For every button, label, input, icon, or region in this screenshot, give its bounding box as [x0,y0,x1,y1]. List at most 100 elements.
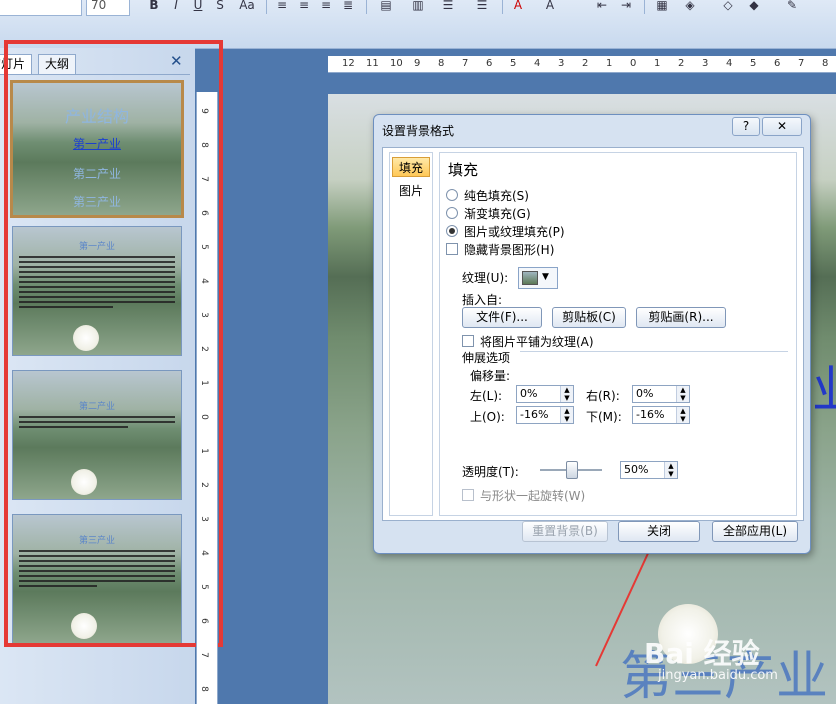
left-offset-label: 左(L): [470,389,503,403]
dialog-close-button[interactable]: ✕ [762,117,802,136]
horizontal-ruler[interactable]: 1211109876543210123456789101112 [328,56,836,73]
clipart-button[interactable]: 剪贴画(R)... [636,307,726,328]
ruler-tick-label: 7 [198,652,209,658]
ruler-tick-label: 2 [582,58,589,69]
ruler-tick-label: 2 [198,482,209,488]
align-left-icon[interactable]: ≡ [274,0,290,14]
ribbon-separator [366,0,367,14]
ruler-tick-label: 9 [414,58,421,69]
right-offset-stepper[interactable]: 0% ▲ ▼ [632,385,690,403]
bold-button[interactable]: B [146,0,162,14]
ruler-tick-label: 8 [438,58,445,69]
ruler-tick-label: 5 [750,58,757,69]
font-size-box[interactable]: 70 [86,0,130,16]
stepper-arrows-icon[interactable]: ▲ ▼ [664,462,677,478]
underline-button[interactable]: U [190,0,206,14]
dialog-body: 填充 图片 填充 纯色填充(S) 渐变填充(G) 图片或纹理填充(P) 隐藏背景… [382,147,804,521]
increase-indent-icon[interactable]: ⇥ [618,0,634,14]
stepper-arrows-icon[interactable]: ▲ ▼ [676,407,689,423]
numbering-icon[interactable]: ☰ [474,0,490,14]
right-offset-label: 右(R): [586,389,620,403]
ruler-tick-label: 3 [702,58,709,69]
top-offset-value: -16% [520,408,549,421]
transparency-stepper[interactable]: 50% ▲ ▼ [620,461,678,479]
arrange-icon[interactable]: ▦ [654,0,670,14]
grow-font-button[interactable]: A [542,0,558,14]
stepper-arrows-icon[interactable]: ▲ ▼ [560,407,573,423]
ruler-tick-label: 5 [198,584,209,590]
ruler-tick-label: 1 [654,58,661,69]
ruler-tick-label: 6 [198,618,209,624]
quick-styles-icon[interactable]: ◈ [682,0,698,14]
decrease-indent-icon[interactable]: ⇤ [594,0,610,14]
ruler-tick-label: 8 [198,142,209,148]
solid-fill-option[interactable]: 纯色填充(S) [446,187,529,204]
rotate-with-shape-label: 与形状一起旋转(W) [480,489,586,503]
left-offset-stepper[interactable]: 0% ▲ ▼ [516,385,574,403]
shape-fill-icon[interactable]: ◇ [720,0,736,14]
vertical-ruler[interactable]: 9 8 7 6 5 4 3 2 1 0 1 2 3 4 5 6 7 8 [196,92,218,704]
texture-dropdown[interactable]: ▼ [518,267,558,289]
tile-texture-checkbox[interactable]: 将图片平铺为纹理(A) [462,333,594,350]
reset-background-button[interactable]: 重置背景(B) [522,521,608,542]
checkbox-icon [462,335,474,347]
radio-icon [446,189,458,201]
rotate-with-shape-checkbox[interactable]: 与形状一起旋转(W) [462,487,585,504]
checkbox-icon [462,489,474,501]
ruler-tick-label: 11 [366,58,379,69]
ruler-tick-label: 6 [774,58,781,69]
bottom-offset-label: 下(M): [586,410,622,424]
columns-icon[interactable]: ▥ [410,0,426,14]
tile-texture-label: 将图片平铺为纹理(A) [480,335,594,349]
stretch-options-label: 伸展选项 [462,351,511,365]
ruler-tick-label: 10 [390,58,403,69]
ruler-tick-label: 5 [510,58,517,69]
top-offset-stepper[interactable]: -16% ▲ ▼ [516,406,574,424]
italic-button[interactable]: I [168,0,184,14]
ruler-tick-label: 0 [198,414,209,420]
clipboard-button[interactable]: 剪贴板(C) [552,307,626,328]
category-fill[interactable]: 填充 [392,157,430,177]
change-case-button[interactable]: Aa [236,0,258,14]
bottom-offset-value: -16% [636,408,665,421]
text-direction-icon[interactable]: ▤ [378,0,394,14]
texture-label: 纹理(U): [462,271,509,285]
gradient-fill-label: 渐变填充(G) [464,207,531,221]
section-divider [520,351,788,352]
picture-fill-label: 图片或纹理填充(P) [464,225,565,239]
hide-background-checkbox[interactable]: 隐藏背景图形(H) [446,241,554,258]
apply-to-all-button[interactable]: 全部应用(L) [712,521,798,542]
stepper-arrows-icon[interactable]: ▲ ▼ [560,386,573,402]
transparency-label: 透明度(T): [462,465,519,479]
shadow-button[interactable]: S [212,0,228,14]
picture-fill-option[interactable]: 图片或纹理填充(P) [446,223,565,240]
align-right-icon[interactable]: ≡ [318,0,334,14]
help-button[interactable]: ? [732,117,760,136]
texture-swatch [522,271,538,285]
ruler-tick-label: 3 [558,58,565,69]
shape-outline-icon[interactable]: ✎ [784,0,800,14]
radio-icon [446,207,458,219]
justify-icon[interactable]: ≣ [340,0,356,14]
bottom-offset-stepper[interactable]: -16% ▲ ▼ [632,406,690,424]
ruler-tick-label: 6 [198,210,209,216]
close-button[interactable]: 关闭 [618,521,700,542]
transparency-slider-thumb[interactable] [566,461,578,479]
red-highlight-box [4,40,223,647]
checkbox-icon [446,243,458,255]
font-name-box[interactable] [0,0,82,16]
paint-bucket-icon[interactable]: ◆ [746,0,762,14]
hide-background-label: 隐藏背景图形(H) [464,243,555,257]
radio-selected-icon [446,225,458,237]
gradient-fill-option[interactable]: 渐变填充(G) [446,205,531,222]
stepper-arrows-icon[interactable]: ▲ ▼ [676,386,689,402]
offset-label: 偏移量: [470,369,511,383]
ribbon-separator [266,0,267,14]
category-picture[interactable]: 图片 [392,181,430,201]
align-center-icon[interactable]: ≡ [296,0,312,14]
ruler-tick-label: 1 [606,58,613,69]
file-button[interactable]: 文件(F)... [462,307,542,328]
font-color-button[interactable]: A [510,0,526,14]
ruler-tick-label: 2 [198,346,209,352]
bullets-icon[interactable]: ☰ [440,0,456,14]
